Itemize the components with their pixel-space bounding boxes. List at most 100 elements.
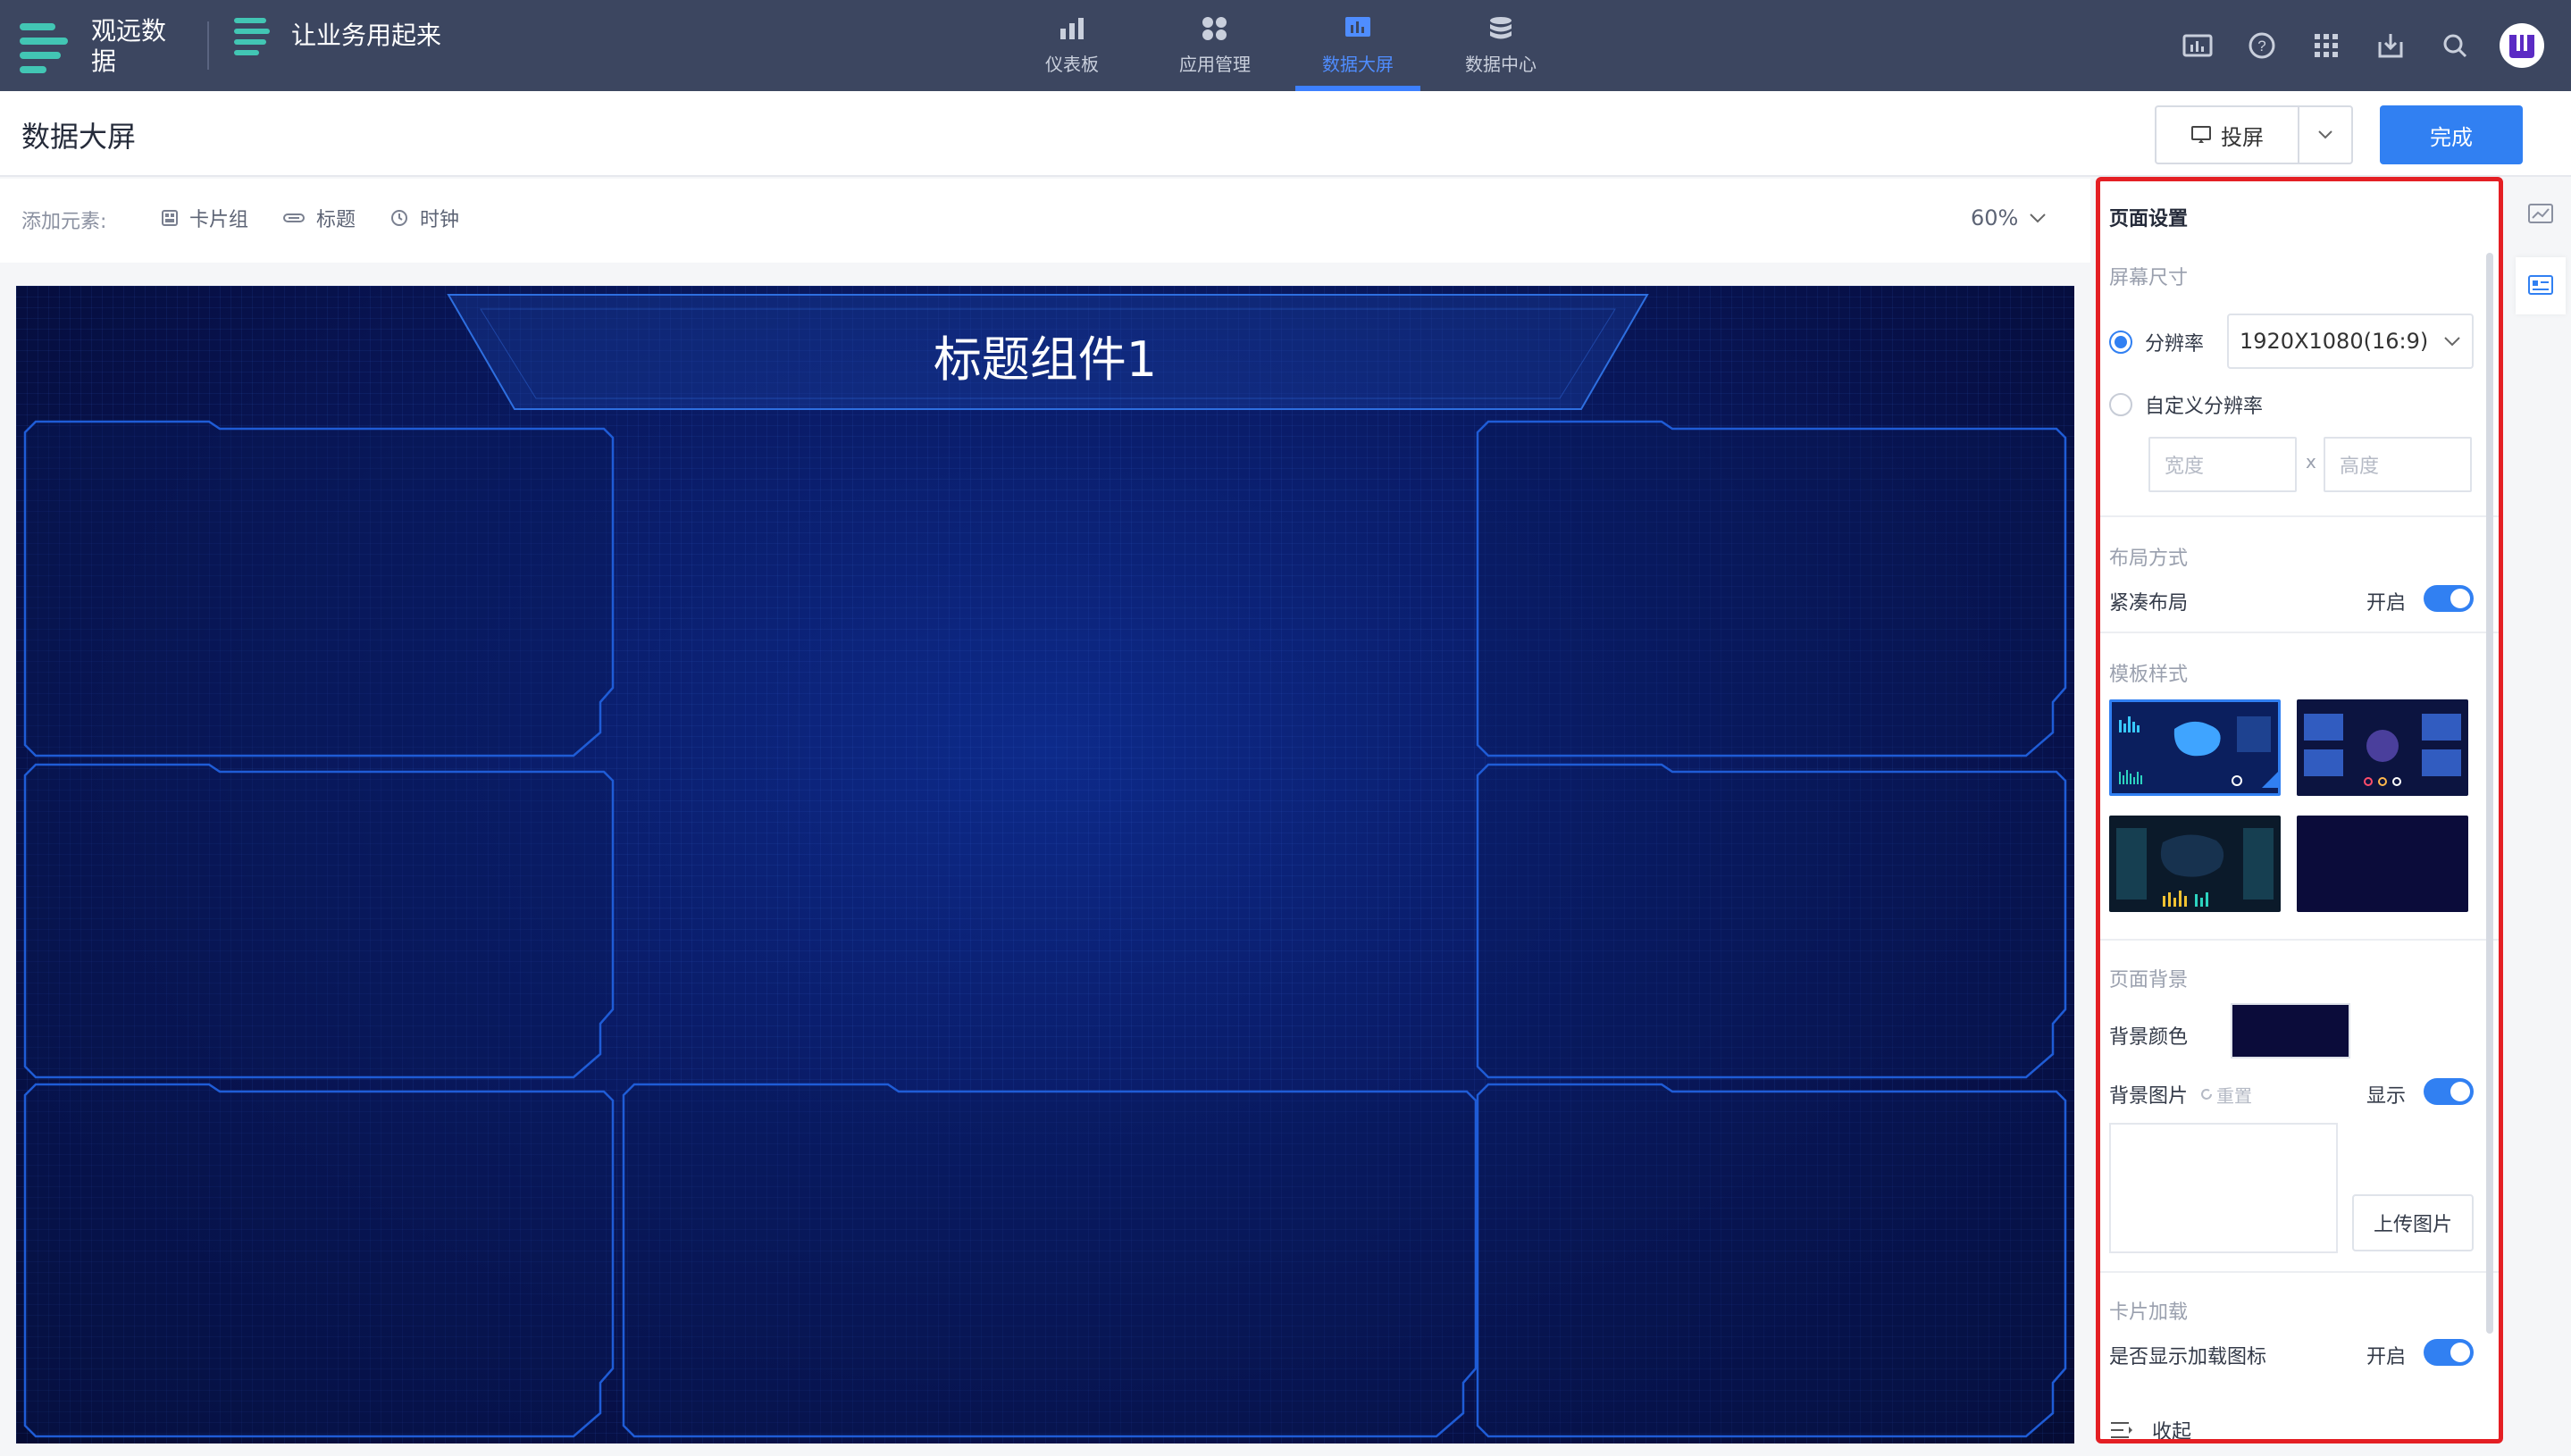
layout-section: 布局方式 <box>2109 548 2189 570</box>
resolution-radio[interactable] <box>2109 331 2132 354</box>
right-tool-rail <box>2510 177 2571 1443</box>
compact-layout-state: 开启 <box>2366 592 2407 615</box>
app-switcher[interactable]: 让业务用起来 <box>234 16 443 55</box>
page-settings-icon <box>2528 275 2553 295</box>
brand-logo[interactable]: 观远数据 <box>20 16 189 77</box>
resolution-value: 1920X1080(16:9) <box>2240 329 2429 354</box>
help-icon: ? <box>2249 32 2275 59</box>
template-section: 模板样式 <box>2109 664 2189 686</box>
panel-scrollbar[interactable] <box>2486 253 2493 1334</box>
add-title[interactable]: 标题 <box>282 204 356 232</box>
apps-button[interactable] <box>2294 32 2358 59</box>
page-settings-panel: 页面设置 屏幕尺寸 分辨率 1920X1080(16:9) 自定义分辨率 宽度 … <box>2096 177 2503 1443</box>
reset-button[interactable]: 重置 <box>2198 1082 2252 1108</box>
avatar[interactable] <box>2500 23 2544 68</box>
clock-icon <box>391 210 408 226</box>
main-nav: 仪表板 应用管理 数据大屏 数据中心 <box>1001 0 1572 91</box>
custom-resolution-option[interactable]: 自定义分辨率 <box>2109 390 2263 419</box>
background-image-toggle[interactable] <box>2424 1078 2474 1105</box>
apps-icon <box>2315 34 2338 57</box>
template-thumbnail-1[interactable] <box>2109 699 2281 796</box>
card-slot-right-2[interactable] <box>1474 763 2069 1079</box>
resolution-select[interactable]: 1920X1080(16:9) <box>2227 314 2474 369</box>
bar-chart-icon <box>1060 17 1084 39</box>
card-slot-right-3[interactable] <box>1474 1083 2069 1438</box>
screen-canvas[interactable]: 标题组件1 <box>16 286 2074 1443</box>
zoom-select[interactable]: 60% <box>1971 205 2047 230</box>
resolution-label: 分辨率 <box>2145 333 2205 356</box>
nav-data-center-label: 数据中心 <box>1465 53 1537 75</box>
loading-icon-toggle[interactable] <box>2424 1339 2474 1366</box>
app-name: 让业务用起来 <box>291 21 442 50</box>
chart-settings-tab[interactable] <box>2516 186 2566 243</box>
width-input[interactable]: 宽度 <box>2148 437 2297 492</box>
background-image-preview <box>2109 1123 2338 1253</box>
top-navigation-bar: 观远数据 让业务用起来 仪表板 应用管理 数据大屏 数据中心 ? <box>0 0 2571 91</box>
database-icon <box>1490 16 1512 38</box>
compact-layout-toggle[interactable] <box>2424 585 2474 612</box>
cast-button[interactable]: 投屏 <box>2156 107 2299 163</box>
loading-icon-state: 开启 <box>2366 1346 2407 1368</box>
nav-app-management-label: 应用管理 <box>1179 53 1251 75</box>
dimension-separator: x <box>2306 451 2316 473</box>
add-clock[interactable]: 时钟 <box>389 204 459 232</box>
screen-chart-icon <box>1345 16 1370 37</box>
add-clock-label: 时钟 <box>420 209 460 231</box>
card-group-icon <box>162 210 178 226</box>
section-divider <box>2100 515 2499 517</box>
nav-data-center[interactable]: 数据中心 <box>1429 0 1572 91</box>
template-thumbnail-3[interactable] <box>2109 816 2281 912</box>
template-preview-dashboard-image <box>2297 699 2468 796</box>
upload-image-button[interactable]: 上传图片 <box>2352 1194 2474 1251</box>
help-button[interactable]: ? <box>2230 31 2294 60</box>
add-card-group[interactable]: 卡片组 <box>161 204 248 232</box>
template-thumbnail-2[interactable] <box>2297 699 2468 796</box>
collapse-button[interactable]: 收起 <box>2109 1416 2192 1443</box>
download-icon <box>2378 34 2403 58</box>
apps-grid-icon <box>1202 16 1227 40</box>
nav-dashboard[interactable]: 仪表板 <box>1001 0 1143 91</box>
loading-icon-label: 是否显示加载图标 <box>2109 1346 2267 1368</box>
nav-dashboard-label: 仪表板 <box>1045 53 1099 75</box>
download-button[interactable] <box>2358 31 2423 60</box>
chart-settings-icon <box>2528 204 2553 223</box>
resolution-option[interactable]: 分辨率 <box>2109 328 2204 356</box>
done-button[interactable]: 完成 <box>2380 105 2523 164</box>
collapse-label: 收起 <box>2152 1421 2192 1443</box>
nav-data-screen[interactable]: 数据大屏 <box>1286 0 1429 91</box>
add-card-group-label: 卡片组 <box>189 209 249 231</box>
height-input[interactable]: 高度 <box>2324 437 2472 492</box>
custom-resolution-label: 自定义分辨率 <box>2145 396 2264 418</box>
element-list: 卡片组 标题 时钟 <box>161 204 459 232</box>
page-settings-tab[interactable] <box>2516 257 2566 314</box>
template-thumbnail-4[interactable] <box>2297 816 2468 912</box>
canvas-title[interactable]: 标题组件1 <box>16 320 2074 390</box>
brand-name: 观远数据 <box>91 16 167 76</box>
add-element-label: 添加元素: <box>21 211 107 233</box>
card-slot-left-2[interactable] <box>21 763 616 1079</box>
card-slot-center-bottom[interactable] <box>620 1083 1479 1438</box>
screen-button[interactable] <box>2165 32 2230 59</box>
custom-resolution-radio[interactable] <box>2109 393 2132 416</box>
chevron-down-icon <box>2318 130 2332 139</box>
card-slot-left-1[interactable] <box>21 420 616 757</box>
element-toolbar: 添加元素: 卡片组 标题 时钟 60% <box>0 179 2090 263</box>
card-slot-left-3[interactable] <box>21 1083 616 1438</box>
nav-app-management[interactable]: 应用管理 <box>1143 0 1286 91</box>
background-color-label: 背景颜色 <box>2109 1026 2189 1049</box>
collapse-icon <box>2111 1422 2132 1438</box>
background-color-swatch[interactable] <box>2231 1003 2350 1059</box>
user-avatar-icon <box>2509 35 2534 58</box>
section-divider <box>2100 1271 2499 1273</box>
menu-logo-icon <box>20 23 68 73</box>
zoom-value: 60% <box>1971 205 2019 230</box>
add-title-label: 标题 <box>316 209 356 231</box>
cast-dropdown-toggle[interactable] <box>2299 130 2351 140</box>
search-button[interactable] <box>2423 32 2487 59</box>
card-slot-right-1[interactable] <box>1474 420 2069 757</box>
section-divider <box>2100 632 2499 633</box>
panel-title: 页面设置 <box>2109 208 2189 230</box>
screen-icon <box>2182 34 2213 57</box>
background-image-row: 背景图片 重置 <box>2109 1080 2252 1109</box>
svg-text:?: ? <box>2257 38 2265 54</box>
